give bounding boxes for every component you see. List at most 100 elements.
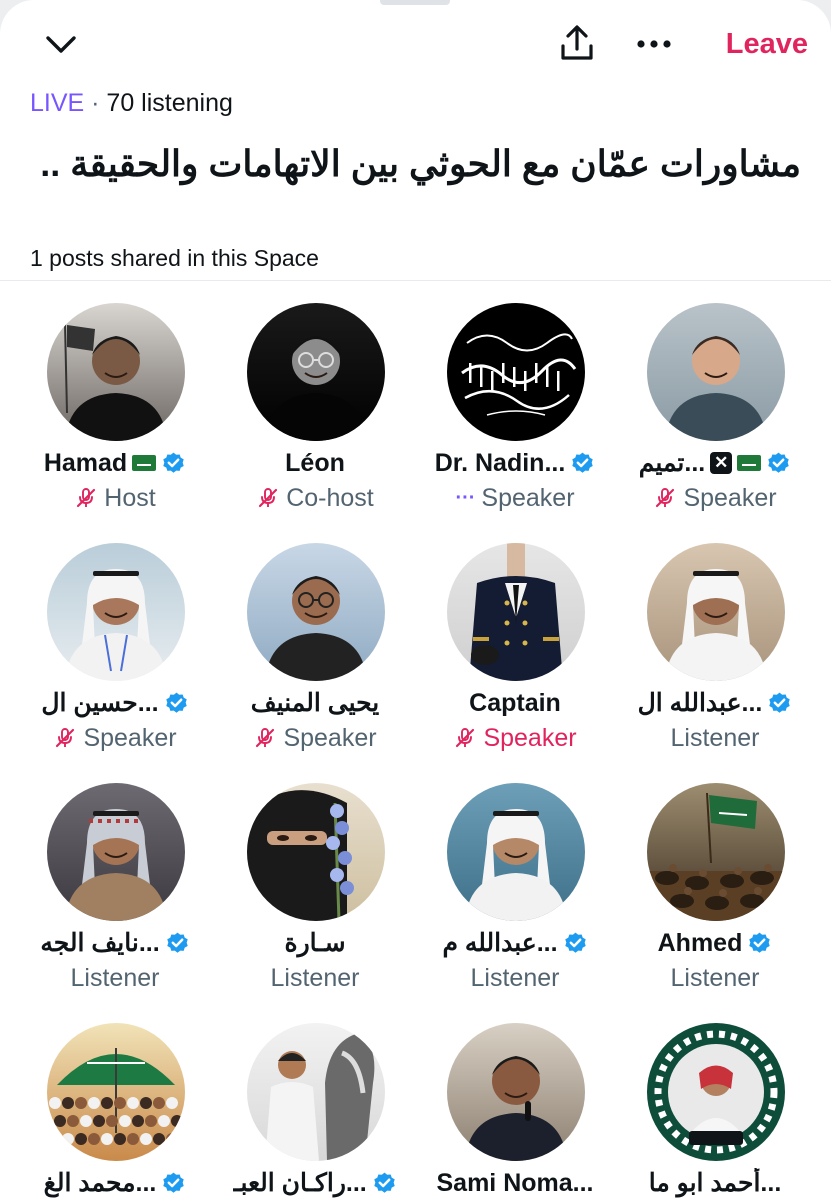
avatar[interactable] (447, 303, 585, 441)
avatar[interactable] (447, 543, 585, 681)
share-button[interactable] (555, 22, 599, 66)
participant-card[interactable]: سـارة Listener (215, 783, 415, 1013)
participant-card[interactable]: عبدالله ال... Listener (615, 543, 815, 773)
avatar-image (647, 1023, 785, 1161)
participant-name-row: Dr. Nadin... (415, 446, 615, 480)
saudi-flag-icon (132, 455, 157, 471)
participant-name-row: سـارة (215, 926, 415, 960)
mic-status (253, 726, 277, 750)
participant-name: Sami Noma... (436, 1168, 594, 1197)
avatar[interactable] (647, 1023, 785, 1161)
participant-role: Speaker (481, 483, 575, 512)
verified-badge-icon (749, 932, 771, 953)
mic-muted-icon (256, 728, 275, 748)
participant-card[interactable]: Dr. Nadin... ··· Speaker (415, 303, 615, 533)
participant-role-row: Speaker (615, 481, 815, 515)
avatar[interactable] (447, 783, 585, 921)
avatar[interactable] (647, 783, 785, 921)
verified-badge-icon (564, 932, 586, 953)
participant-card[interactable]: أحمد ابو ما...Listener (615, 1023, 815, 1200)
verified-badge-icon (163, 452, 184, 473)
participant-name: سـارة (284, 929, 346, 957)
participant-card[interactable]: Léon Co-host (215, 303, 415, 533)
avatar-image (647, 303, 785, 441)
participant-name-row: Captain (415, 686, 615, 720)
more-options-button[interactable] (632, 24, 676, 64)
status-separator: · (84, 89, 107, 117)
participant-role-row: Speaker (15, 721, 215, 755)
avatar[interactable] (247, 303, 385, 441)
avatar[interactable] (47, 1023, 185, 1161)
participant-card[interactable]: Ahmed Listener (615, 783, 815, 1013)
live-status: LIVE · 70 listening (30, 86, 233, 120)
participant-card[interactable]: Sami Noma...Listener (415, 1023, 615, 1200)
participant-card[interactable]: عبدالله م... Listener (415, 783, 615, 1013)
participant-role: Speaker (483, 723, 577, 752)
avatar-image (47, 303, 185, 441)
avatar-image (47, 1023, 185, 1161)
participant-name: حسين ال... (41, 689, 159, 717)
mic-status (74, 486, 98, 510)
participant-name: محمد الغ... (43, 1169, 157, 1197)
participant-card[interactable]: Hamad Host (15, 303, 215, 533)
avatar-image (447, 543, 585, 681)
posts-shared-link[interactable]: 1 posts shared in this Space (30, 242, 319, 274)
verified-badge-icon (374, 1172, 395, 1193)
participant-card[interactable]: Captain Speaker (415, 543, 615, 773)
avatar[interactable] (247, 1023, 385, 1161)
participant-name: Hamad (43, 448, 128, 477)
participant-name-row: محمد الغ... (15, 1166, 215, 1200)
avatar[interactable] (647, 543, 785, 681)
avatar[interactable] (647, 303, 785, 441)
mic-muted-icon (656, 488, 675, 508)
avatar[interactable] (47, 303, 185, 441)
mic-muted-icon (259, 488, 278, 508)
participant-name-row: Léon (215, 446, 415, 480)
participant-name-row: Sami Noma... (415, 1166, 615, 1200)
divider (0, 280, 831, 281)
participant-name: Dr. Nadin... (434, 448, 566, 477)
participant-name-row: حسين ال... (15, 686, 215, 720)
participant-role-row: Co-host (215, 481, 415, 515)
avatar-image (447, 783, 585, 921)
space-sheet: Leave LIVE · 70 listening مشاورات عمّان … (0, 0, 831, 1200)
mic-muted-icon (77, 488, 96, 508)
more-icon (637, 40, 671, 48)
participant-role: Speaker (83, 723, 177, 752)
avatar[interactable] (447, 1023, 585, 1161)
participant-role: Speaker (283, 723, 377, 752)
participant-card[interactable]: تميم... ✕ Speaker (615, 303, 815, 533)
mic-status (653, 486, 677, 510)
participant-name-row: يحيى المنيف (215, 686, 415, 720)
participant-name: راكـان العبـ... (233, 1169, 367, 1197)
participant-role: Speaker (683, 483, 777, 512)
avatar[interactable] (247, 543, 385, 681)
verified-badge-icon (166, 932, 188, 953)
participant-name-row: Ahmed (615, 926, 815, 960)
x-logo-icon: ✕ (710, 452, 733, 474)
avatar[interactable] (47, 543, 185, 681)
saudi-flag-icon (737, 455, 762, 471)
participant-card[interactable]: محمد الغ...Listener (15, 1023, 215, 1200)
collapse-button[interactable] (40, 26, 82, 64)
avatar[interactable] (47, 783, 185, 921)
avatar[interactable] (247, 783, 385, 921)
participant-role-row: Listener (15, 961, 215, 995)
participant-role-row: Listener (615, 961, 815, 995)
participant-card[interactable]: حسين ال... Speaker (15, 543, 215, 773)
participant-role-row: ··· Speaker (415, 481, 615, 515)
participant-role: Listener (70, 963, 160, 992)
participant-name-row: أحمد ابو ما... (615, 1166, 815, 1200)
listener-count: 70 listening (106, 89, 233, 117)
avatar-image (247, 543, 385, 681)
share-icon (561, 25, 593, 60)
verified-badge-icon (163, 1172, 185, 1193)
participant-card[interactable]: يحيى المنيف Speaker (215, 543, 415, 773)
mic-status (256, 486, 280, 510)
participant-name: عبدالله م... (442, 929, 558, 957)
participant-name: Captain (469, 688, 561, 717)
participant-card[interactable]: راكـان العبـ...Listener (215, 1023, 415, 1200)
participant-card[interactable]: نايف الجه... Listener (15, 783, 215, 1013)
leave-button[interactable]: Leave (688, 22, 808, 66)
avatar-image (647, 783, 785, 921)
